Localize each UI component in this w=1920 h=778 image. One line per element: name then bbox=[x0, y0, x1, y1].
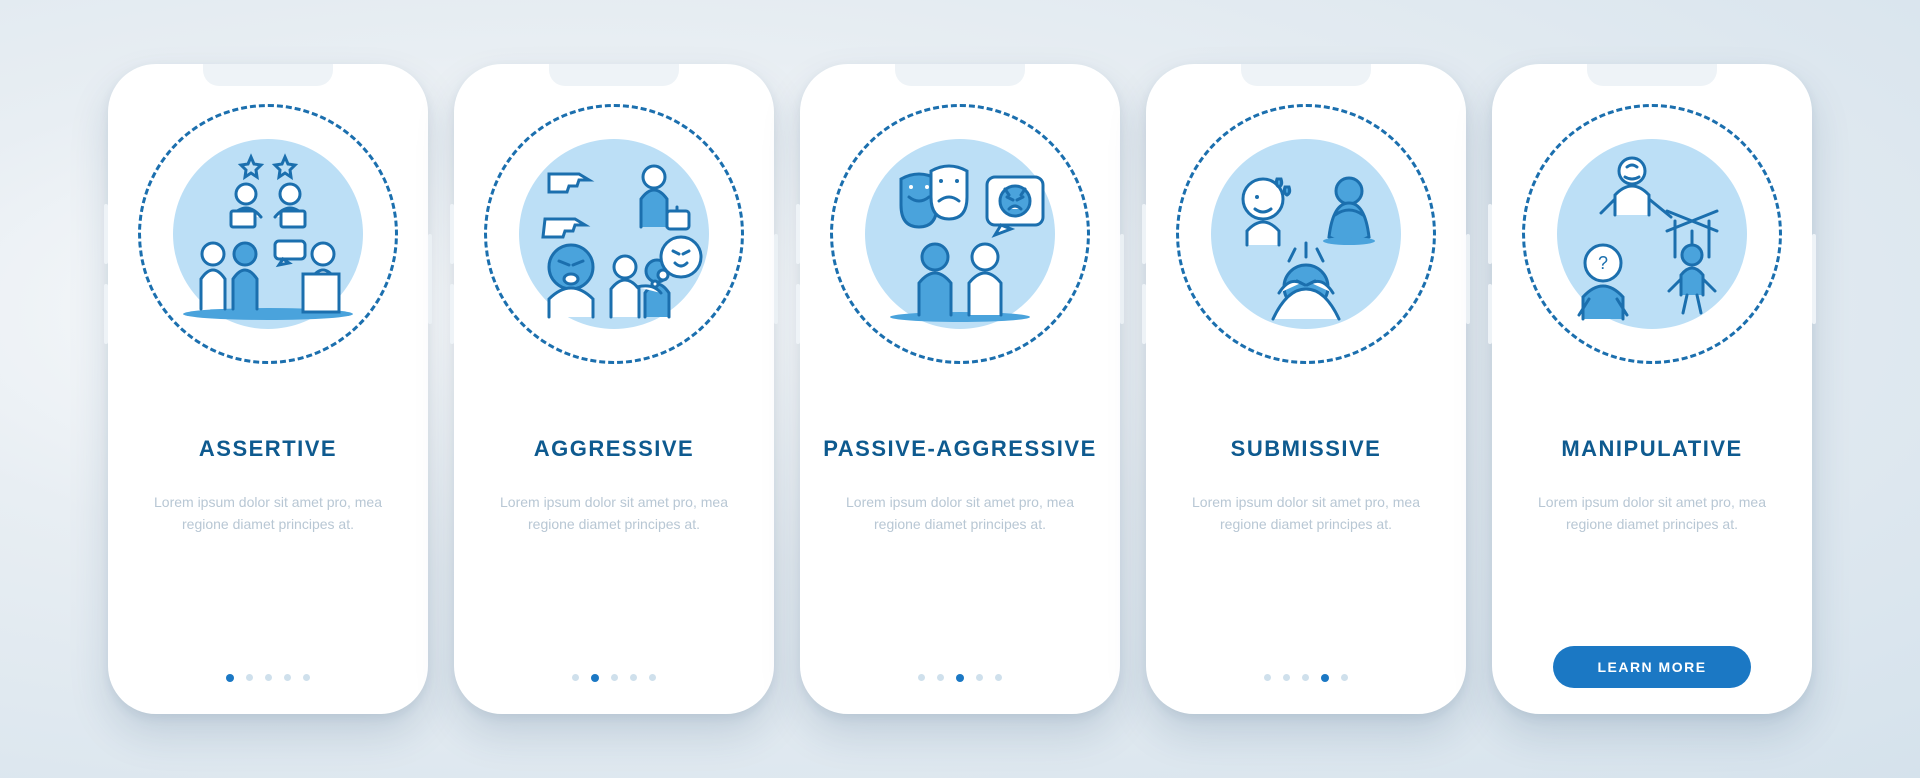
page-dot[interactable] bbox=[956, 674, 964, 682]
page-dot[interactable] bbox=[918, 674, 925, 681]
page-indicator bbox=[226, 674, 310, 688]
screen-title: ASSERTIVE bbox=[199, 436, 337, 462]
page-dot[interactable] bbox=[284, 674, 291, 681]
phone-passive-aggressive: PASSIVE-AGGRESSIVE Lorem ipsum dolor sit… bbox=[800, 64, 1120, 714]
submissive-icon bbox=[1191, 119, 1421, 349]
aggressive-icon bbox=[499, 119, 729, 349]
page-dot[interactable] bbox=[1321, 674, 1329, 682]
screen-body: Lorem ipsum dolor sit amet pro, mea regi… bbox=[1186, 492, 1426, 535]
assertive-icon bbox=[153, 119, 383, 349]
learn-more-button[interactable]: LEARN MORE bbox=[1553, 646, 1750, 688]
phone-aggressive: AGGRESSIVE Lorem ipsum dolor sit amet pr… bbox=[454, 64, 774, 714]
screen-body: Lorem ipsum dolor sit amet pro, mea regi… bbox=[494, 492, 734, 535]
submissive-illustration bbox=[1176, 104, 1436, 364]
passive-aggressive-icon bbox=[845, 119, 1075, 349]
aggressive-illustration bbox=[484, 104, 744, 364]
page-dot[interactable] bbox=[976, 674, 983, 681]
manipulative-icon: ? bbox=[1537, 119, 1767, 349]
page-dot[interactable] bbox=[246, 674, 253, 681]
manipulative-illustration: ? bbox=[1522, 104, 1782, 364]
svg-text:?: ? bbox=[1598, 253, 1608, 273]
page-dot[interactable] bbox=[649, 674, 656, 681]
page-dot[interactable] bbox=[630, 674, 637, 681]
page-indicator bbox=[572, 674, 656, 688]
page-dot[interactable] bbox=[1283, 674, 1290, 681]
page-indicator bbox=[1264, 674, 1348, 688]
phone-notch bbox=[203, 64, 333, 86]
page-dot[interactable] bbox=[572, 674, 579, 681]
screen-title: PASSIVE-AGGRESSIVE bbox=[823, 436, 1097, 462]
phone-assertive: ASSERTIVE Lorem ipsum dolor sit amet pro… bbox=[108, 64, 428, 714]
page-dot[interactable] bbox=[226, 674, 234, 682]
phone-notch bbox=[895, 64, 1025, 86]
phone-notch bbox=[1241, 64, 1371, 86]
page-dot[interactable] bbox=[995, 674, 1002, 681]
page-dot[interactable] bbox=[265, 674, 272, 681]
assertive-illustration bbox=[138, 104, 398, 364]
phone-notch bbox=[549, 64, 679, 86]
page-dot[interactable] bbox=[591, 674, 599, 682]
page-dot[interactable] bbox=[303, 674, 310, 681]
passive-aggressive-illustration bbox=[830, 104, 1090, 364]
page-dot[interactable] bbox=[1302, 674, 1309, 681]
page-indicator bbox=[918, 674, 1002, 688]
page-dot[interactable] bbox=[611, 674, 618, 681]
screen-body: Lorem ipsum dolor sit amet pro, mea regi… bbox=[840, 492, 1080, 535]
page-dot[interactable] bbox=[1341, 674, 1348, 681]
phone-manipulative: ? MANIPULATIVE Lorem ipsum dolor sit ame… bbox=[1492, 64, 1812, 714]
page-dot[interactable] bbox=[937, 674, 944, 681]
screen-body: Lorem ipsum dolor sit amet pro, mea regi… bbox=[1532, 492, 1772, 535]
phone-submissive: SUBMISSIVE Lorem ipsum dolor sit amet pr… bbox=[1146, 64, 1466, 714]
screen-title: SUBMISSIVE bbox=[1231, 436, 1382, 462]
screen-title: MANIPULATIVE bbox=[1561, 436, 1742, 462]
screen-title: AGGRESSIVE bbox=[534, 436, 694, 462]
phone-notch bbox=[1587, 64, 1717, 86]
page-dot[interactable] bbox=[1264, 674, 1271, 681]
screen-body: Lorem ipsum dolor sit amet pro, mea regi… bbox=[148, 492, 388, 535]
